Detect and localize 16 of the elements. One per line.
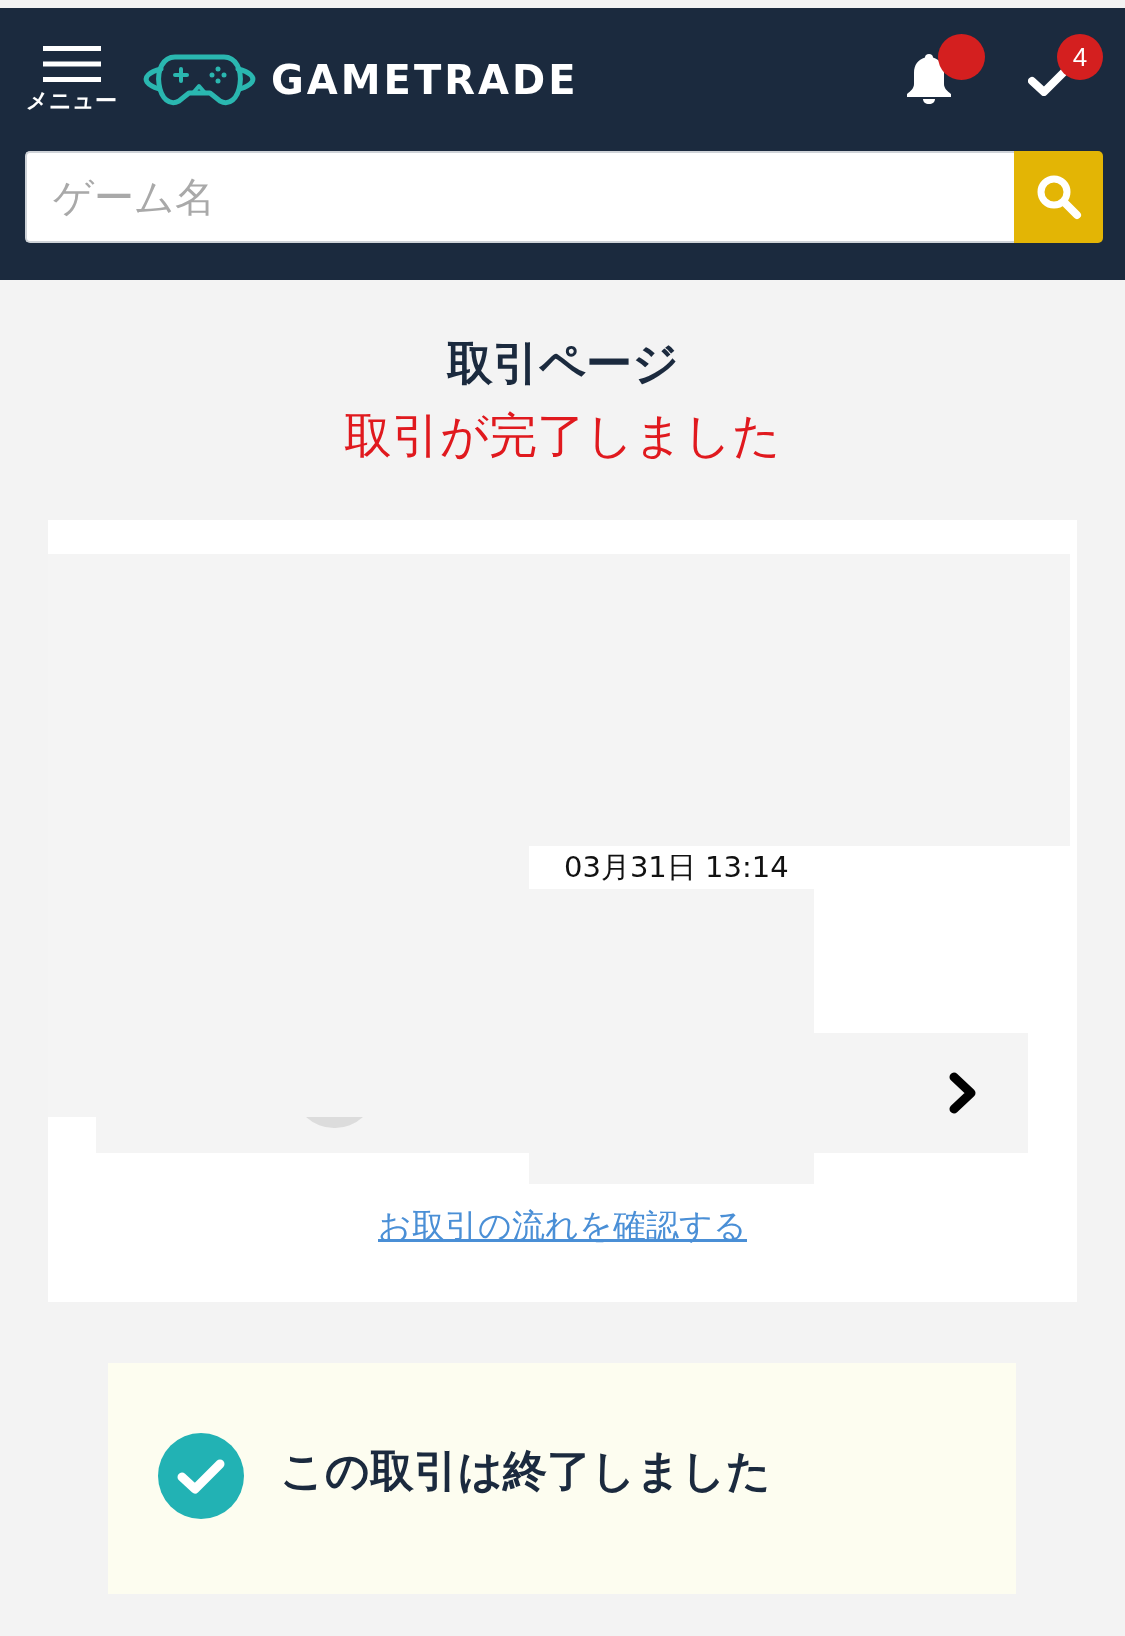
search-button[interactable] (1014, 151, 1103, 243)
notice-text: この取引は終了しました (280, 1444, 771, 1498)
chevron-right-icon (948, 1071, 978, 1115)
count-badge: 4 (1057, 34, 1103, 80)
notifications-button[interactable] (907, 34, 985, 104)
search-icon (1035, 174, 1082, 220)
menu-icon (42, 45, 101, 82)
timestamp-text: 03月31日 13:14 (564, 848, 789, 886)
menu-button[interactable]: メニュー (25, 45, 118, 114)
logo-link[interactable]: GAMETRADE (143, 50, 579, 109)
page-title: 取引ページ (446, 337, 679, 389)
tasks-button[interactable]: 4 (1028, 34, 1103, 96)
search-field[interactable]: ゲーム名 (25, 151, 1014, 243)
bell-icon (907, 54, 951, 104)
check-circle-icon (158, 1432, 244, 1519)
status-message: 取引が完了しました (344, 407, 781, 463)
